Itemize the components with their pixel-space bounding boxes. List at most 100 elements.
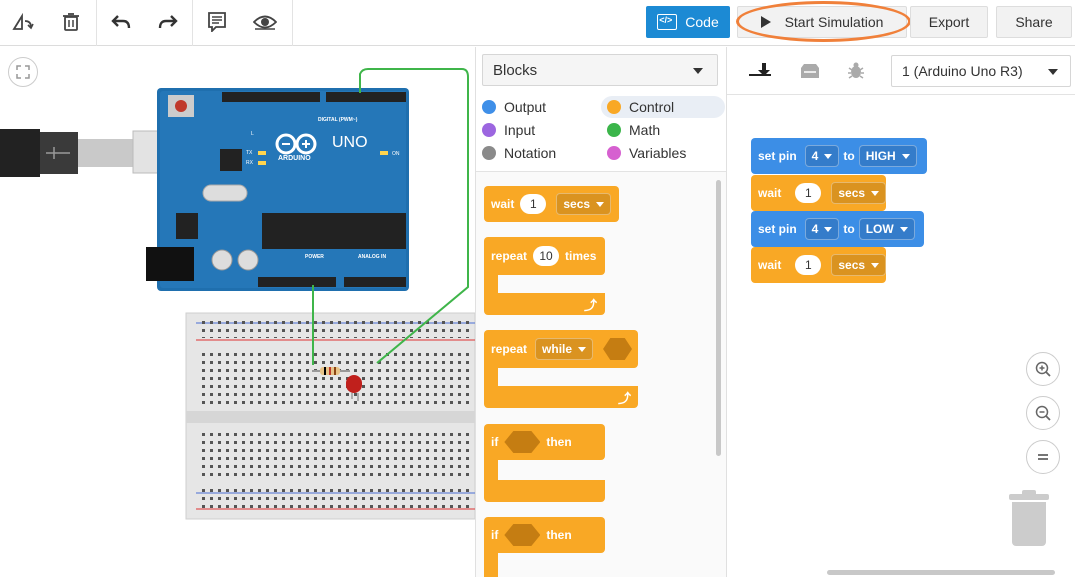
program-wait-block[interactable]: wait 1 secs bbox=[751, 175, 887, 211]
block-dropdown[interactable]: secs bbox=[556, 193, 612, 215]
device-dropdown[interactable]: 1 (Arduino Uno R3) bbox=[891, 55, 1071, 87]
blocks-dropdown-value: Blocks bbox=[493, 61, 538, 79]
math-dot-icon bbox=[607, 123, 621, 137]
chevron-down-icon bbox=[1048, 69, 1058, 75]
loop-arrow-icon: ⤴ bbox=[618, 391, 632, 406]
palette-repeat-times-block[interactable]: repeat 10 times bbox=[484, 237, 605, 275]
download-icon[interactable] bbox=[745, 55, 783, 87]
block-label: wait bbox=[491, 197, 515, 211]
block-label: set pin bbox=[758, 222, 797, 236]
palette-if-then-block[interactable]: if then bbox=[484, 517, 605, 553]
block-dropdown[interactable]: secs bbox=[831, 254, 887, 276]
palette-repeat-while-block[interactable]: repeat while bbox=[484, 330, 638, 368]
category-label: Output bbox=[504, 99, 547, 115]
workspace-scrollbar[interactable] bbox=[827, 570, 1055, 575]
block-number-input[interactable]: 10 bbox=[533, 246, 560, 266]
device-dropdown-value: 1 (Arduino Uno R3) bbox=[902, 63, 1023, 79]
reset-zoom-icon[interactable] bbox=[1026, 440, 1060, 474]
block-number-input[interactable]: 1 bbox=[520, 194, 547, 214]
chevron-down-icon bbox=[693, 68, 703, 74]
condition-slot[interactable] bbox=[504, 524, 541, 546]
palette-scrollbar[interactable] bbox=[716, 180, 721, 456]
program-set-pin-low-block[interactable]: set pin 4 to LOW bbox=[751, 211, 924, 247]
zoom-out-icon[interactable] bbox=[1026, 396, 1060, 430]
category-variables[interactable]: Variables bbox=[601, 142, 686, 164]
pin-state-dropdown[interactable]: LOW bbox=[858, 218, 915, 240]
code-button[interactable]: Code bbox=[646, 6, 730, 38]
board-l-label: L bbox=[251, 131, 254, 137]
code-toolbar: 1 (Arduino Uno R3) bbox=[727, 47, 1075, 95]
arduino-uno-board[interactable] bbox=[146, 88, 409, 291]
code-icon bbox=[657, 14, 678, 30]
zoom-in-icon[interactable] bbox=[1026, 352, 1060, 386]
tinkercad-editor: Code Start Simulation Export Share bbox=[0, 0, 1075, 577]
blocks-dropdown[interactable]: Blocks bbox=[482, 54, 718, 86]
library-icon[interactable] bbox=[791, 55, 829, 87]
notes-icon[interactable] bbox=[202, 8, 232, 36]
highlight-annotation bbox=[736, 1, 911, 42]
export-label: Export bbox=[928, 14, 970, 30]
block-label: repeat bbox=[491, 249, 528, 263]
category-math[interactable]: Math bbox=[601, 119, 660, 141]
category-label: Notation bbox=[504, 145, 557, 161]
circuit-drawing bbox=[0, 68, 475, 520]
block-number-input[interactable]: 1 bbox=[795, 255, 822, 275]
block-label: then bbox=[546, 435, 572, 449]
board-tx-label: TX bbox=[246, 150, 253, 156]
category-notation[interactable]: Notation bbox=[476, 142, 556, 164]
board-brand-label: ARDUINO bbox=[278, 155, 311, 162]
code-workspace[interactable]: 1 (Arduino Uno R3) set pin 4 to HIGH wai… bbox=[726, 47, 1075, 577]
undo-icon[interactable] bbox=[106, 8, 136, 36]
block-label: if bbox=[491, 528, 499, 542]
control-dot-icon bbox=[607, 100, 621, 114]
top-toolbar: Code Start Simulation Export Share bbox=[0, 0, 1075, 46]
condition-slot[interactable] bbox=[603, 338, 632, 360]
output-dot-icon bbox=[482, 100, 496, 114]
pin-dropdown[interactable]: 4 bbox=[804, 218, 840, 240]
pin-dropdown[interactable]: 4 bbox=[804, 145, 840, 167]
block-label: times bbox=[565, 249, 597, 263]
view-icon[interactable] bbox=[250, 8, 280, 36]
circuit-canvas[interactable]: DIGITAL (PWM~) ARDUINO UNO ON L TX RX PO… bbox=[0, 47, 475, 577]
board-on-label: ON bbox=[392, 151, 400, 157]
palette-wait-block[interactable]: wait 1 secs bbox=[484, 186, 619, 222]
category-label: Control bbox=[629, 99, 675, 115]
board-digital-label: DIGITAL (PWM~) bbox=[318, 117, 358, 123]
condition-slot[interactable] bbox=[504, 431, 541, 453]
variables-dot-icon bbox=[607, 146, 621, 160]
category-label: Input bbox=[504, 122, 536, 138]
block-dropdown[interactable]: while bbox=[535, 338, 594, 360]
block-label: wait bbox=[758, 258, 782, 272]
block-label: wait bbox=[758, 186, 782, 200]
export-button[interactable]: Export bbox=[910, 6, 988, 38]
block-number-input[interactable]: 1 bbox=[795, 183, 822, 203]
block-label: then bbox=[546, 528, 572, 542]
loop-arrow-icon: ⤴ bbox=[584, 298, 598, 313]
trash-icon[interactable] bbox=[1009, 490, 1049, 550]
input-dot-icon bbox=[482, 123, 496, 137]
block-dropdown[interactable]: secs bbox=[831, 182, 887, 204]
category-label: Math bbox=[629, 122, 661, 138]
program-set-pin-high-block[interactable]: set pin 4 to HIGH bbox=[751, 138, 927, 174]
block-label: repeat bbox=[491, 342, 528, 356]
pin-state-dropdown[interactable]: HIGH bbox=[858, 145, 917, 167]
share-button[interactable]: Share bbox=[996, 6, 1072, 38]
block-label: if bbox=[491, 435, 499, 449]
board-name-label: UNO bbox=[332, 134, 368, 151]
delete-icon[interactable] bbox=[56, 8, 86, 36]
debugger-bug-icon[interactable] bbox=[837, 55, 875, 87]
program-wait-block[interactable]: wait 1 secs bbox=[751, 247, 887, 283]
redo-icon[interactable] bbox=[153, 8, 183, 36]
board-rx-label: RX bbox=[246, 160, 253, 166]
palette-if-then-block[interactable]: if then bbox=[484, 424, 605, 460]
notation-dot-icon bbox=[482, 146, 496, 160]
category-input[interactable]: Input bbox=[476, 119, 535, 141]
category-output[interactable]: Output bbox=[476, 96, 546, 118]
blocks-palette: wait 1 secs repeat 10 times ⤴ repeat whi… bbox=[476, 171, 726, 577]
board-analog-label: ANALOG IN bbox=[358, 254, 387, 260]
category-list: Output Control Input Math Notation Varia… bbox=[476, 93, 726, 169]
rotate-icon[interactable] bbox=[8, 8, 38, 36]
category-control[interactable]: Control bbox=[601, 96, 725, 118]
code-button-label: Code bbox=[685, 14, 719, 30]
share-label: Share bbox=[1015, 14, 1053, 30]
